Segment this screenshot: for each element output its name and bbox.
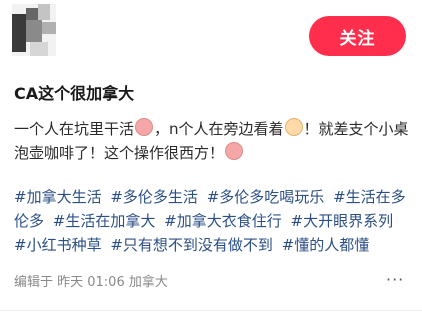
pig-face-icon	[225, 142, 244, 160]
clown-face-icon	[284, 118, 303, 136]
follow-button[interactable]: 关注	[309, 16, 406, 56]
post-body: 一个人在坑里干活 ，n个人在旁边看着 ！就差支个小桌泡壶咖啡了！这个操作很西方！	[14, 117, 414, 165]
hashtag-link[interactable]: #加拿大衣食住行	[164, 212, 282, 230]
avatar-pixel-block	[26, 8, 38, 20]
hashtag-link[interactable]: #大开眼界系列	[291, 212, 394, 230]
hashtag-link[interactable]: #多伦多吃喝玩乐	[207, 188, 325, 206]
hashtag-link[interactable]: #小红书种草	[14, 236, 102, 254]
post-title: CA这个很加拿大	[14, 84, 135, 103]
post-tags: #加拿大生活 #多伦多生活 #多伦多吃喝玩乐 #生活在多伦多 #生活在加拿大 #…	[14, 185, 414, 257]
avatar-pixel-block	[26, 20, 42, 42]
post-body-text: 一个人在坑里干活	[14, 120, 135, 138]
avatar-pixel-block	[38, 4, 50, 20]
post-body-text: ，n个人在旁边看着	[154, 120, 284, 138]
avatar-pixel-block	[42, 22, 56, 34]
avatar[interactable]	[12, 4, 56, 56]
hashtag-link[interactable]: #多伦多生活	[110, 188, 198, 206]
hashtag-link[interactable]: #只有想不到没有做不到	[110, 236, 273, 254]
hashtag-link[interactable]: #懂的人都懂	[282, 236, 370, 254]
divider	[0, 310, 422, 311]
post-meta: 编辑于 昨天 01:06 加拿大	[14, 275, 168, 290]
hashtag-link[interactable]: #生活在加拿大	[53, 212, 156, 230]
avatar-pixel-block	[30, 42, 48, 56]
hashtag-link[interactable]: #加拿大生活	[14, 188, 102, 206]
pig-face-icon	[135, 118, 154, 136]
avatar-pixel-block	[12, 14, 26, 52]
more-options-button[interactable]: ···	[386, 270, 404, 289]
